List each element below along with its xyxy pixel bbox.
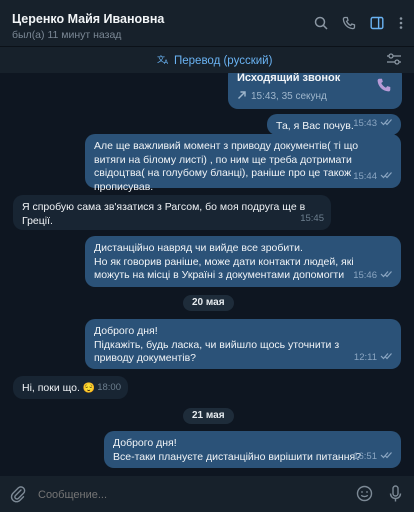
message-incoming[interactable]: Я спробую сама зв'язатися з Рагсом, бо м… (13, 195, 331, 230)
message-text: Але ще важливий момент з приводу докумен… (94, 140, 359, 193)
message-time: 12:11 (353, 351, 377, 363)
date-separator: 20 мая (183, 295, 234, 311)
message-composer[interactable] (0, 476, 414, 512)
message-incoming[interactable]: Ні, поки що. 😌 18:00 (13, 376, 128, 399)
contact-status: был(а) 11 минут назад (12, 29, 122, 41)
message-list[interactable]: Исходящий звонок 15:43, 35 секунд Та, я … (0, 73, 414, 476)
message-line: Все-таки плануєте дистанційно вирішити п… (113, 450, 362, 463)
message-time: 18:00 (97, 381, 121, 393)
message-line: Дистанційно навряд чи вийде все зробити. (94, 242, 303, 254)
outgoing-arrow-icon (237, 90, 247, 103)
call-back-phone-icon[interactable] (376, 77, 392, 98)
translate-label: Перевод (русский) (174, 54, 273, 67)
relieved-emoji: 😌 (82, 383, 96, 394)
message-time: 15:46 (353, 269, 377, 281)
read-check-icon (380, 117, 394, 131)
call-title: Исходящий звонок (237, 73, 341, 84)
message-outgoing[interactable]: Та, я Вас почув. 15:43 (267, 114, 401, 135)
phone-icon[interactable] (342, 16, 356, 30)
read-check-icon (380, 170, 394, 184)
message-text: Я спробую сама зв'язатися з Рагсом, бо м… (22, 201, 306, 227)
contact-name[interactable]: Церенко Майя Ивановна (12, 12, 164, 26)
svg-text:A: A (164, 59, 169, 65)
read-check-icon (380, 269, 394, 283)
read-check-icon (380, 450, 394, 464)
message-outgoing[interactable]: Доброго дня! Все-таки плануєте дистанцій… (104, 431, 401, 468)
message-line: Доброго дня! (94, 325, 158, 337)
message-line: Підкажіть, будь ласка, чи вийшло щось ут… (94, 338, 340, 365)
microphone-icon[interactable] (389, 485, 402, 508)
message-time: 16:51 (353, 450, 377, 462)
message-time: 15:43 (353, 117, 377, 129)
message-outgoing[interactable]: Дистанційно навряд чи вийде все зробити.… (85, 236, 401, 287)
translate-bar[interactable]: 文A Перевод (русский) (0, 47, 414, 73)
emoji-icon[interactable] (356, 485, 373, 507)
date-separator: 21 мая (183, 408, 234, 424)
translate-settings-icon[interactable] (386, 52, 402, 71)
call-details: 15:43, 35 секунд (251, 91, 327, 102)
message-line: Доброго дня! (113, 437, 177, 449)
chat-header[interactable]: Церенко Майя Ивановна был(а) 11 минут на… (0, 0, 414, 47)
message-text: Та, я Вас почув. (276, 120, 354, 132)
message-text: Ні, поки що. (22, 382, 80, 394)
message-line: Но як говорив раніше, може дати контакти… (94, 255, 354, 282)
message-time: 15:44 (353, 170, 377, 182)
message-outgoing[interactable]: Але ще важливий момент з приводу докумен… (85, 134, 401, 193)
read-check-icon (380, 351, 394, 365)
translate-icon: 文A (157, 53, 170, 68)
message-input[interactable] (36, 485, 340, 505)
sidebar-toggle-icon[interactable] (370, 16, 384, 30)
more-icon[interactable] (398, 16, 404, 30)
attach-icon[interactable] (10, 485, 26, 508)
message-time: 15:45 (300, 212, 324, 224)
message-outgoing[interactable]: Доброго дня! Підкажіть, будь ласка, чи в… (85, 319, 401, 369)
translate-button[interactable]: 文A Перевод (русский) (157, 53, 272, 68)
search-icon[interactable] (314, 16, 328, 30)
outgoing-call-message[interactable]: Исходящий звонок 15:43, 35 секунд (228, 73, 402, 109)
